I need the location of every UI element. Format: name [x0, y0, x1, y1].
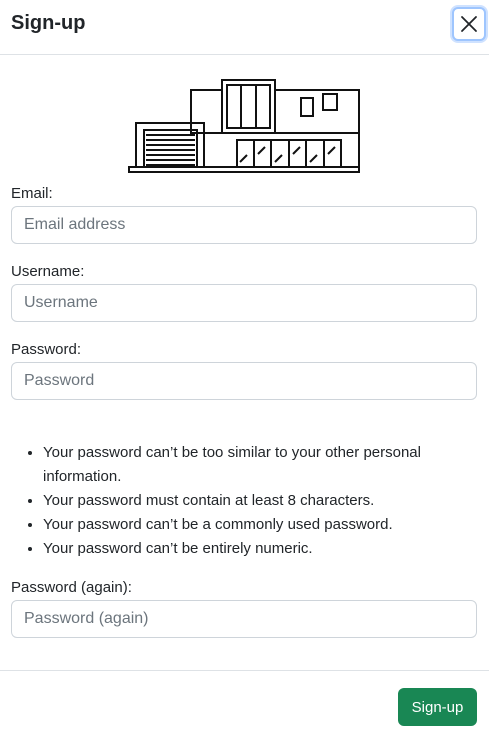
- house-icon: [128, 79, 360, 173]
- password-field[interactable]: [11, 362, 477, 400]
- email-field[interactable]: [11, 206, 477, 244]
- password-help-list: Your password can’t be too similar to yo…: [11, 441, 489, 561]
- password-help-item: Your password can’t be too similar to yo…: [43, 441, 489, 489]
- password-again-field[interactable]: [11, 600, 477, 638]
- password-help-item: Your password must contain at least 8 ch…: [43, 489, 489, 513]
- email-label: Email:: [11, 185, 53, 202]
- modal-footer: Sign-up: [0, 670, 489, 739]
- username-field[interactable]: [11, 284, 477, 322]
- password-label: Password:: [11, 341, 82, 358]
- signup-button[interactable]: Sign-up: [398, 688, 477, 726]
- password-help-item: Your password can’t be entirely numeric.: [43, 537, 489, 561]
- password-again-label: Password (again):: [11, 579, 132, 596]
- modal-header: Sign-up: [0, 0, 489, 55]
- password-help-item: Your password can’t be a commonly used p…: [43, 513, 489, 537]
- username-label: Username:: [11, 263, 85, 280]
- close-icon: [461, 16, 477, 32]
- close-button[interactable]: [452, 7, 486, 41]
- modal-title: Sign-up: [11, 12, 86, 34]
